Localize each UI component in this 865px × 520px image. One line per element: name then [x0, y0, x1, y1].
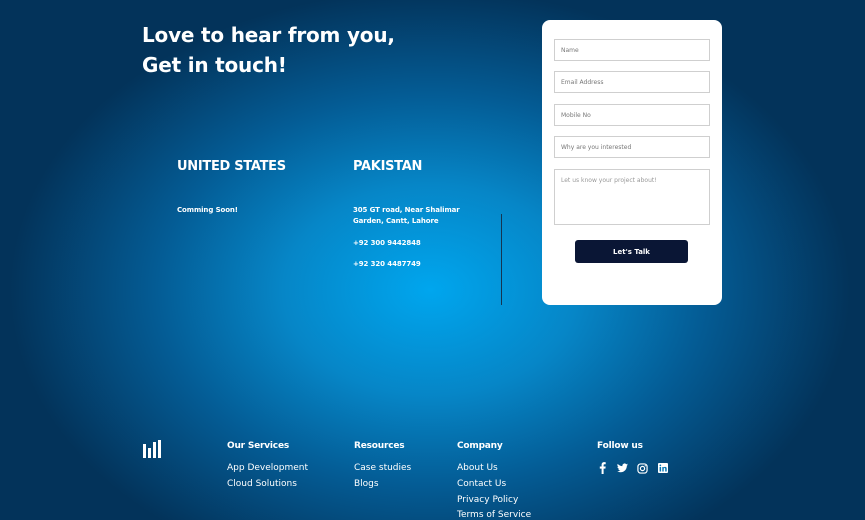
logo-bars-icon[interactable]: [143, 440, 161, 458]
lets-talk-button[interactable]: Let's Talk: [575, 240, 688, 263]
footer-link-terms-of-service[interactable]: Terms of Service: [457, 510, 531, 520]
footer-resources-title: Resources: [354, 441, 405, 451]
footer-follow-title: Follow us: [597, 441, 643, 451]
instagram-icon[interactable]: [637, 462, 648, 474]
contact-form: Let's Talk: [542, 20, 722, 305]
footer-link-privacy-policy[interactable]: Privacy Policy: [457, 495, 518, 505]
footer-services-title: Our Services: [227, 441, 290, 451]
footer-link-blogs[interactable]: Blogs: [354, 479, 379, 489]
project-textarea[interactable]: [554, 169, 710, 225]
office-us-text: Comming Soon!: [177, 206, 238, 214]
email-input[interactable]: [554, 71, 710, 93]
footer-link-contact-us[interactable]: Contact Us: [457, 479, 506, 489]
divider: [501, 214, 502, 305]
footer-link-cloud-solutions[interactable]: Cloud Solutions: [227, 479, 297, 489]
address-line-2: Garden, Cantt, Lahore: [353, 217, 439, 225]
office-pk-title: PAKISTAN: [353, 159, 423, 174]
address-line-1: 305 GT road, Near Shalimar: [353, 206, 460, 214]
office-pk-phone-1[interactable]: +92 300 9442848: [353, 238, 421, 249]
office-pk-address: 305 GT road, Near Shalimar Garden, Cantt…: [353, 205, 460, 227]
footer-company-title: Company: [457, 441, 503, 451]
heading-line-1: Love to hear from you,: [142, 23, 395, 47]
footer-link-app-development[interactable]: App Development: [227, 463, 308, 473]
linkedin-icon[interactable]: [657, 462, 668, 474]
footer-link-about-us[interactable]: About Us: [457, 463, 498, 473]
facebook-icon[interactable]: [597, 462, 608, 474]
footer-link-case-studies[interactable]: Case studies: [354, 463, 411, 473]
office-us-title: UNITED STATES: [177, 159, 286, 174]
heading-line-2: Get in touch!: [142, 53, 287, 77]
interest-input[interactable]: [554, 136, 710, 158]
office-pk-phone-2[interactable]: +92 320 4487749: [353, 259, 421, 270]
name-input[interactable]: [554, 39, 710, 61]
twitter-icon[interactable]: [617, 462, 628, 474]
social-links: [597, 462, 668, 474]
page-heading: Love to hear from you, Get in touch!: [142, 20, 395, 80]
mobile-input[interactable]: [554, 104, 710, 126]
